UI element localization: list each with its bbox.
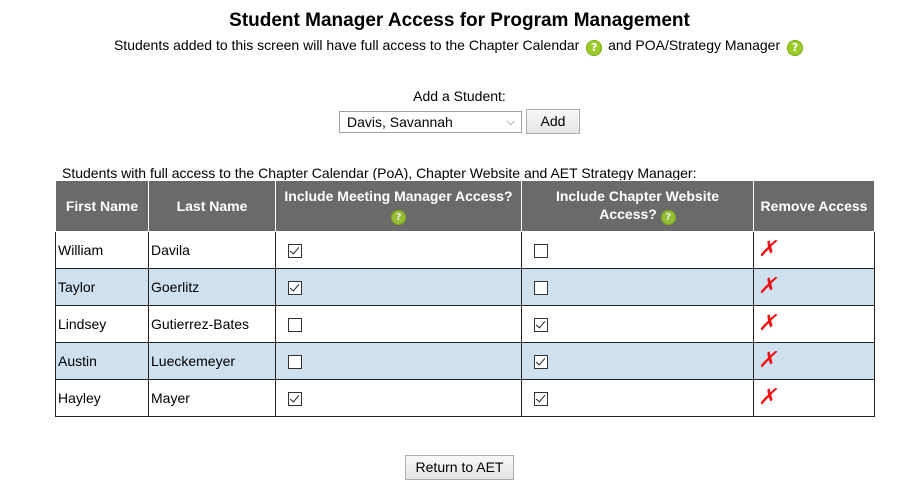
remove-icon[interactable]: ✗ (756, 350, 776, 372)
meeting-manager-checkbox[interactable] (288, 317, 302, 332)
add-student-row: Davis, Savannah ⌵ Add (0, 109, 919, 134)
header-chapter-website-label: Include Chapter Website Access? (555, 188, 720, 222)
page: Student Manager Access for Program Manag… (0, 0, 919, 487)
subtitle-text-2: and POA/Strategy Manager (608, 37, 781, 53)
cell-first-name: Taylor (55, 268, 149, 306)
cell-remove: ✗ (753, 231, 875, 269)
chapter-website-checkbox[interactable] (534, 280, 548, 295)
remove-icon[interactable]: ✗ (756, 239, 776, 261)
remove-icon[interactable]: ✗ (756, 276, 776, 298)
cell-meeting-manager (275, 342, 522, 380)
cell-chapter-website (521, 379, 754, 417)
cell-first-name: Hayley (55, 379, 149, 417)
meeting-manager-checkbox[interactable] (288, 391, 302, 406)
header-meeting-manager: Include Meeting Manager Access? ? (275, 180, 522, 232)
cell-meeting-manager (275, 268, 522, 306)
subtitle-text-1: Students added to this screen will have … (113, 37, 580, 53)
add-student-label: Add a Student: (413, 88, 506, 104)
header-first-name: First Name (55, 180, 149, 232)
page-title: Student Manager Access for Program Manag… (229, 10, 690, 31)
remove-icon[interactable]: ✗ (756, 313, 776, 335)
chapter-website-checkbox[interactable] (534, 243, 548, 258)
cell-meeting-manager (275, 379, 522, 417)
help-icon-chapter-website[interactable]: ? (660, 210, 676, 225)
header-remove-access: Remove Access (753, 180, 875, 232)
add-button[interactable]: Add (526, 109, 580, 134)
chapter-website-checkbox[interactable] (534, 317, 548, 332)
meeting-manager-checkbox[interactable] (288, 243, 302, 258)
cell-first-name: William (55, 231, 149, 269)
cell-last-name: Gutierrez-Bates (148, 305, 276, 343)
cell-remove: ✗ (753, 305, 875, 343)
cell-last-name: Lueckemeyer (148, 342, 276, 380)
page-subtitle: Students added to this screen will have … (0, 37, 919, 56)
help-icon-calendar[interactable]: ? (586, 40, 603, 56)
cell-last-name: Goerlitz (148, 268, 276, 306)
cell-first-name: Austin (55, 342, 149, 380)
table-header-row: First Name Last Name Include Meeting Man… (55, 180, 875, 232)
cell-remove: ✗ (753, 342, 875, 380)
help-icon-meeting-manager[interactable]: ? (391, 210, 406, 225)
cell-last-name: Davila (148, 231, 276, 269)
cell-chapter-website (521, 305, 754, 343)
access-table: First Name Last Name Include Meeting Man… (55, 180, 875, 417)
cell-chapter-website (521, 268, 754, 306)
table-row: William Davila ✗ (55, 231, 875, 269)
header-chapter-website: Include Chapter Website Access? ? (521, 180, 754, 232)
return-wrap: Return to AET (0, 455, 919, 480)
table-row: Austin Lueckemeyer ✗ (55, 342, 875, 380)
cell-chapter-website (521, 231, 754, 269)
chapter-website-checkbox[interactable] (534, 354, 548, 369)
cell-meeting-manager (275, 305, 522, 343)
cell-remove: ✗ (753, 379, 875, 417)
table-row: Taylor Goerlitz ✗ (55, 268, 875, 306)
table-row: Lindsey Gutierrez-Bates ✗ (55, 305, 875, 343)
cell-meeting-manager (275, 231, 522, 269)
cell-last-name: Mayer (148, 379, 276, 417)
header-last-name: Last Name (148, 180, 276, 232)
student-select[interactable]: Davis, Savannah ⌵ (339, 110, 522, 133)
table-row: Hayley Mayer ✗ (55, 379, 875, 417)
remove-icon[interactable]: ✗ (756, 387, 776, 409)
meeting-manager-checkbox[interactable] (288, 280, 302, 295)
meeting-manager-checkbox[interactable] (288, 354, 302, 369)
chevron-down-icon: ⌵ (506, 114, 515, 128)
student-select-value: Davis, Savannah (347, 113, 453, 130)
return-to-aet-button[interactable]: Return to AET (404, 455, 515, 480)
cell-first-name: Lindsey (55, 305, 149, 343)
chapter-website-checkbox[interactable] (534, 391, 548, 406)
header-meeting-manager-label: Include Meeting Manager Access? (284, 188, 513, 204)
table-caption: Students with full access to the Chapter… (62, 165, 697, 181)
help-icon-strategy[interactable]: ? (787, 40, 804, 56)
cell-chapter-website (521, 342, 754, 380)
cell-remove: ✗ (753, 268, 875, 306)
